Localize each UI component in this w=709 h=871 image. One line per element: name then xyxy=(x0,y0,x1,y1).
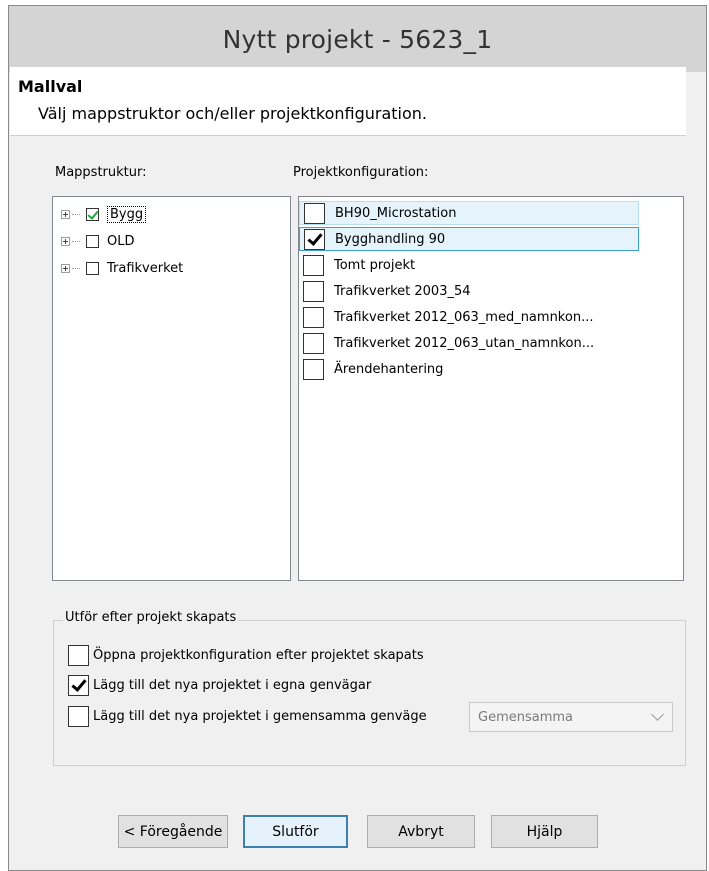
tree-connector xyxy=(72,267,80,269)
config-checkbox[interactable] xyxy=(303,332,324,354)
expand-plus-icon[interactable] xyxy=(61,209,70,219)
option-label: Öppna projektkonfiguration efter projekt… xyxy=(93,647,424,663)
tree-connector xyxy=(72,213,80,215)
config-item-label: Trafikverket 2012_063_med_namnkon... xyxy=(334,309,594,325)
header-subtitle: Välj mappstruktor och/eller projektkonfi… xyxy=(38,104,427,123)
back-button[interactable]: < Föregående xyxy=(118,815,228,848)
cancel-button[interactable]: Avbryt xyxy=(367,815,475,848)
config-checkbox[interactable] xyxy=(303,254,324,276)
tree-connector xyxy=(72,240,80,242)
config-checkbox[interactable] xyxy=(304,228,325,250)
option-checkbox[interactable] xyxy=(68,705,89,727)
folder-structure-label: Mappstruktur: xyxy=(55,165,147,180)
config-checkbox[interactable] xyxy=(303,358,324,380)
option-own-shortcuts[interactable]: Lägg till det nya projektet i egna genvä… xyxy=(68,673,371,697)
option-label: Lägg till det nya projektet i gemensamma… xyxy=(93,708,427,724)
config-item-label: Ärendehantering xyxy=(334,361,444,377)
tree-checkbox-old[interactable] xyxy=(86,234,99,248)
config-item-bh90[interactable]: BH90_Microstation xyxy=(299,201,639,225)
finish-button[interactable]: Slutför xyxy=(243,815,348,848)
shared-shortcuts-combo[interactable]: Gemensamma xyxy=(469,702,673,732)
help-button[interactable]: Hjälp xyxy=(491,815,598,848)
tree-checkbox-bygg[interactable] xyxy=(86,207,99,221)
option-label: Lägg till det nya projektet i egna genvä… xyxy=(93,677,372,693)
config-item-label: Trafikverket 2003_54 xyxy=(334,283,471,299)
config-checkbox[interactable] xyxy=(303,306,324,328)
combo-value: Gemensamma xyxy=(478,709,574,725)
folder-structure-tree[interactable]: Bygg OLD Trafikverket xyxy=(52,196,291,581)
header-title: Mallval xyxy=(18,77,83,96)
config-item-label: Tomt projekt xyxy=(334,257,416,273)
config-item-tomt-projekt[interactable]: Tomt projekt xyxy=(299,253,639,277)
option-checkbox[interactable] xyxy=(68,674,89,696)
project-config-list[interactable]: BH90_Microstation Bygghandling 90 Tomt p… xyxy=(298,196,684,581)
project-config-label: Projektkonfiguration: xyxy=(293,165,429,180)
config-item-label: BH90_Microstation xyxy=(335,205,457,221)
config-item-bygghandling90[interactable]: Bygghandling 90 xyxy=(299,227,639,251)
tree-checkbox-trafikverket[interactable] xyxy=(86,261,99,275)
window-title: Nytt projekt - 5623_1 xyxy=(9,6,706,72)
config-item-label: Trafikverket 2012_063_utan_namnkon... xyxy=(334,335,595,351)
wizard-header: Mallval Välj mappstruktor och/eller proj… xyxy=(10,67,686,136)
config-item-trafikverket-2003[interactable]: Trafikverket 2003_54 xyxy=(299,279,679,303)
config-item-trafikverket-2012-med[interactable]: Trafikverket 2012_063_med_namnkon... xyxy=(299,305,679,329)
tree-item-bygg[interactable]: Bygg xyxy=(61,203,147,225)
tree-item-old[interactable]: OLD xyxy=(61,230,135,252)
chevron-down-icon[interactable] xyxy=(651,708,664,721)
option-shared-shortcuts[interactable]: Lägg till det nya projektet i gemensamma… xyxy=(68,704,427,728)
config-checkbox[interactable] xyxy=(303,280,324,302)
tree-item-label: Bygg xyxy=(107,205,147,223)
tree-item-label: Trafikverket xyxy=(107,260,184,276)
config-item-trafikverket-2012-utan[interactable]: Trafikverket 2012_063_utan_namnkon... xyxy=(299,331,679,355)
config-item-arendehantering[interactable]: Ärendehantering xyxy=(299,357,679,381)
expand-plus-icon[interactable] xyxy=(61,236,70,246)
tree-item-label: OLD xyxy=(107,233,135,249)
config-item-label: Bygghandling 90 xyxy=(335,231,446,247)
tree-item-trafikverket[interactable]: Trafikverket xyxy=(61,257,183,279)
expand-plus-icon[interactable] xyxy=(61,263,70,273)
option-open-config[interactable]: Öppna projektkonfiguration efter projekt… xyxy=(68,643,424,667)
option-checkbox[interactable] xyxy=(68,644,89,666)
after-create-title: Utför efter projekt skapats xyxy=(63,610,239,625)
config-checkbox[interactable] xyxy=(304,202,325,224)
